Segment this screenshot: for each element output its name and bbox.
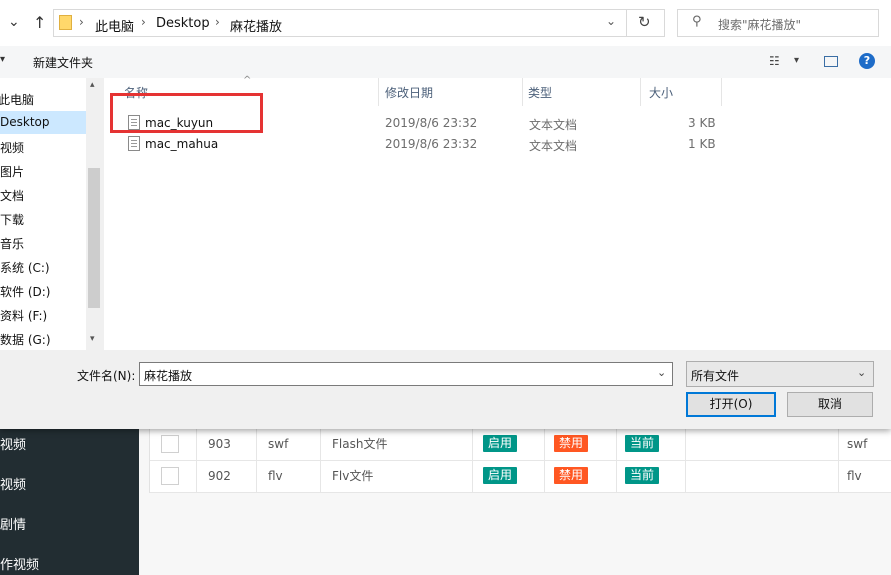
address-bar[interactable]: › 此电脑 › Desktop › 麻花播放 ⌄ ↻ xyxy=(53,9,665,37)
file-open-dialog: ⌄ ↑ › 此电脑 › Desktop › 麻花播放 ⌄ ↻ ⚲ 搜索"麻花播放… xyxy=(0,0,891,429)
column-header-size[interactable]: 大小 xyxy=(649,84,673,101)
search-icon: ⚲ xyxy=(692,14,702,29)
file-modified: 2019/8/6 23:32 xyxy=(385,137,478,151)
nav-item-music[interactable]: 音乐 xyxy=(0,235,24,252)
sidebar-item-drama[interactable]: 剧情 xyxy=(0,514,26,533)
nav-item-desktop[interactable]: Desktop xyxy=(0,115,50,129)
refresh-icon[interactable]: ↻ xyxy=(638,13,651,31)
chevron-right-icon[interactable]: › xyxy=(79,15,84,29)
nav-item-this-pc[interactable]: 此电脑 xyxy=(0,91,34,108)
chevron-down-icon[interactable]: ▾ xyxy=(794,55,799,66)
current-tag[interactable]: 当前 xyxy=(625,467,660,484)
table-row: 903 swf Flash文件 启用 禁用 当前 swf xyxy=(150,428,891,461)
current-tag[interactable]: 当前 xyxy=(625,435,660,452)
sort-indicator-icon: ^ xyxy=(243,75,252,86)
nav-item-pictures[interactable]: 图片 xyxy=(0,163,24,180)
chevron-right-icon[interactable]: › xyxy=(215,15,220,29)
disable-tag[interactable]: 禁用 xyxy=(554,467,589,484)
column-header-type[interactable]: 类型 xyxy=(528,84,552,101)
sidebar-item-works-video[interactable]: 作视频 xyxy=(0,554,39,573)
chevron-down-icon[interactable]: ⌄ xyxy=(8,14,20,30)
file-row[interactable]: mac_mahua 2019/8/6 23:32 文本文档 1 KB xyxy=(104,134,891,155)
file-modified: 2019/8/6 23:32 xyxy=(385,116,478,130)
row-name: Flv文件 xyxy=(332,469,374,483)
row-id: 902 xyxy=(208,469,231,483)
enable-tag[interactable]: 启用 xyxy=(483,467,518,484)
cancel-button[interactable]: 取消 xyxy=(787,392,873,417)
folder-icon xyxy=(59,15,72,30)
row-checkbox[interactable] xyxy=(161,435,179,453)
view-options-icon[interactable]: ☷ xyxy=(769,54,780,68)
file-size: 1 KB xyxy=(688,137,716,151)
table-row: 902 flv Flv文件 启用 禁用 当前 flv xyxy=(150,460,891,493)
new-folder-button[interactable]: 新建文件夹 xyxy=(33,54,93,71)
row-id: 903 xyxy=(208,437,231,451)
address-row: ⌄ ↑ › 此电脑 › Desktop › 麻花播放 ⌄ ↻ ⚲ 搜索"麻花播放… xyxy=(0,0,891,46)
row-ext-2: flv xyxy=(847,469,862,483)
row-name: Flash文件 xyxy=(332,437,388,451)
chevron-down-icon[interactable]: ▾ xyxy=(0,54,5,65)
sidebar-item-video-2[interactable]: 视频 xyxy=(0,474,26,493)
column-header-modified[interactable]: 修改日期 xyxy=(385,84,433,101)
open-button[interactable]: 打开(O) xyxy=(686,392,776,417)
search-input[interactable]: ⚲ 搜索"麻花播放" xyxy=(677,9,879,37)
row-ext-2: swf xyxy=(847,437,868,451)
row-ext: swf xyxy=(268,437,289,451)
row-ext: flv xyxy=(268,469,283,483)
nav-item-drive-f[interactable]: 资料 (F:) xyxy=(0,307,47,324)
admin-sidebar: 视频 视频 剧情 作视频 xyxy=(0,428,139,575)
nav-item-videos[interactable]: 视频 xyxy=(0,139,24,156)
scrollbar-thumb[interactable] xyxy=(88,168,100,308)
chevron-down-icon[interactable]: ⌄ xyxy=(857,366,866,379)
nav-item-downloads[interactable]: 下载 xyxy=(0,211,24,228)
red-highlight-annotation xyxy=(110,93,263,133)
filename-label: 文件名(N): xyxy=(77,369,136,383)
chevron-down-icon[interactable]: ⌄ xyxy=(657,366,666,379)
file-type: 文本文档 xyxy=(529,139,578,153)
filetype-value: 所有文件 xyxy=(691,369,740,383)
filename-field[interactable]: 麻花播放 ⌄ xyxy=(139,362,673,386)
nav-item-documents[interactable]: 文档 xyxy=(0,187,24,204)
nav-item-drive-d[interactable]: 软件 (D:) xyxy=(0,283,50,300)
filename-value: 麻花播放 xyxy=(144,369,193,383)
text-file-icon xyxy=(128,136,140,151)
address-divider xyxy=(626,10,627,36)
preview-pane-icon[interactable] xyxy=(824,56,838,67)
disable-tag[interactable]: 禁用 xyxy=(554,435,589,452)
nav-item-drive-g[interactable]: 数据 (G:) xyxy=(0,331,51,348)
search-placeholder: 搜索"麻花播放" xyxy=(718,18,802,32)
chevron-right-icon[interactable]: › xyxy=(141,15,146,29)
breadcrumb-current-folder[interactable]: 麻花播放 xyxy=(230,16,282,35)
player-format-table: 903 swf Flash文件 启用 禁用 当前 swf 902 flv Flv… xyxy=(149,428,891,493)
file-size: 3 KB xyxy=(688,116,716,130)
column-divider[interactable] xyxy=(721,78,722,106)
scroll-up-icon[interactable]: ▴ xyxy=(90,80,95,90)
column-divider[interactable] xyxy=(378,78,379,106)
file-name[interactable]: mac_mahua xyxy=(145,137,218,151)
breadcrumb-this-pc[interactable]: 此电脑 xyxy=(95,16,134,35)
column-divider[interactable] xyxy=(522,78,523,106)
column-divider[interactable] xyxy=(640,78,641,106)
breadcrumb-desktop[interactable]: Desktop xyxy=(156,16,210,31)
help-icon[interactable]: ? xyxy=(859,53,875,69)
scroll-down-icon[interactable]: ▾ xyxy=(90,334,95,344)
filetype-select[interactable]: 所有文件 ⌄ xyxy=(686,361,874,387)
row-checkbox[interactable] xyxy=(161,467,179,485)
up-arrow-icon[interactable]: ↑ xyxy=(33,13,46,32)
toolbar: ▾ 新建文件夹 ☷ ▾ ? xyxy=(0,46,891,78)
sidebar-item-video-1[interactable]: 视频 xyxy=(0,434,26,453)
nav-item-drive-c[interactable]: 系统 (C:) xyxy=(0,259,50,276)
dropdown-chevron-icon[interactable]: ⌄ xyxy=(606,14,616,28)
file-type: 文本文档 xyxy=(529,118,578,132)
enable-tag[interactable]: 启用 xyxy=(483,435,518,452)
